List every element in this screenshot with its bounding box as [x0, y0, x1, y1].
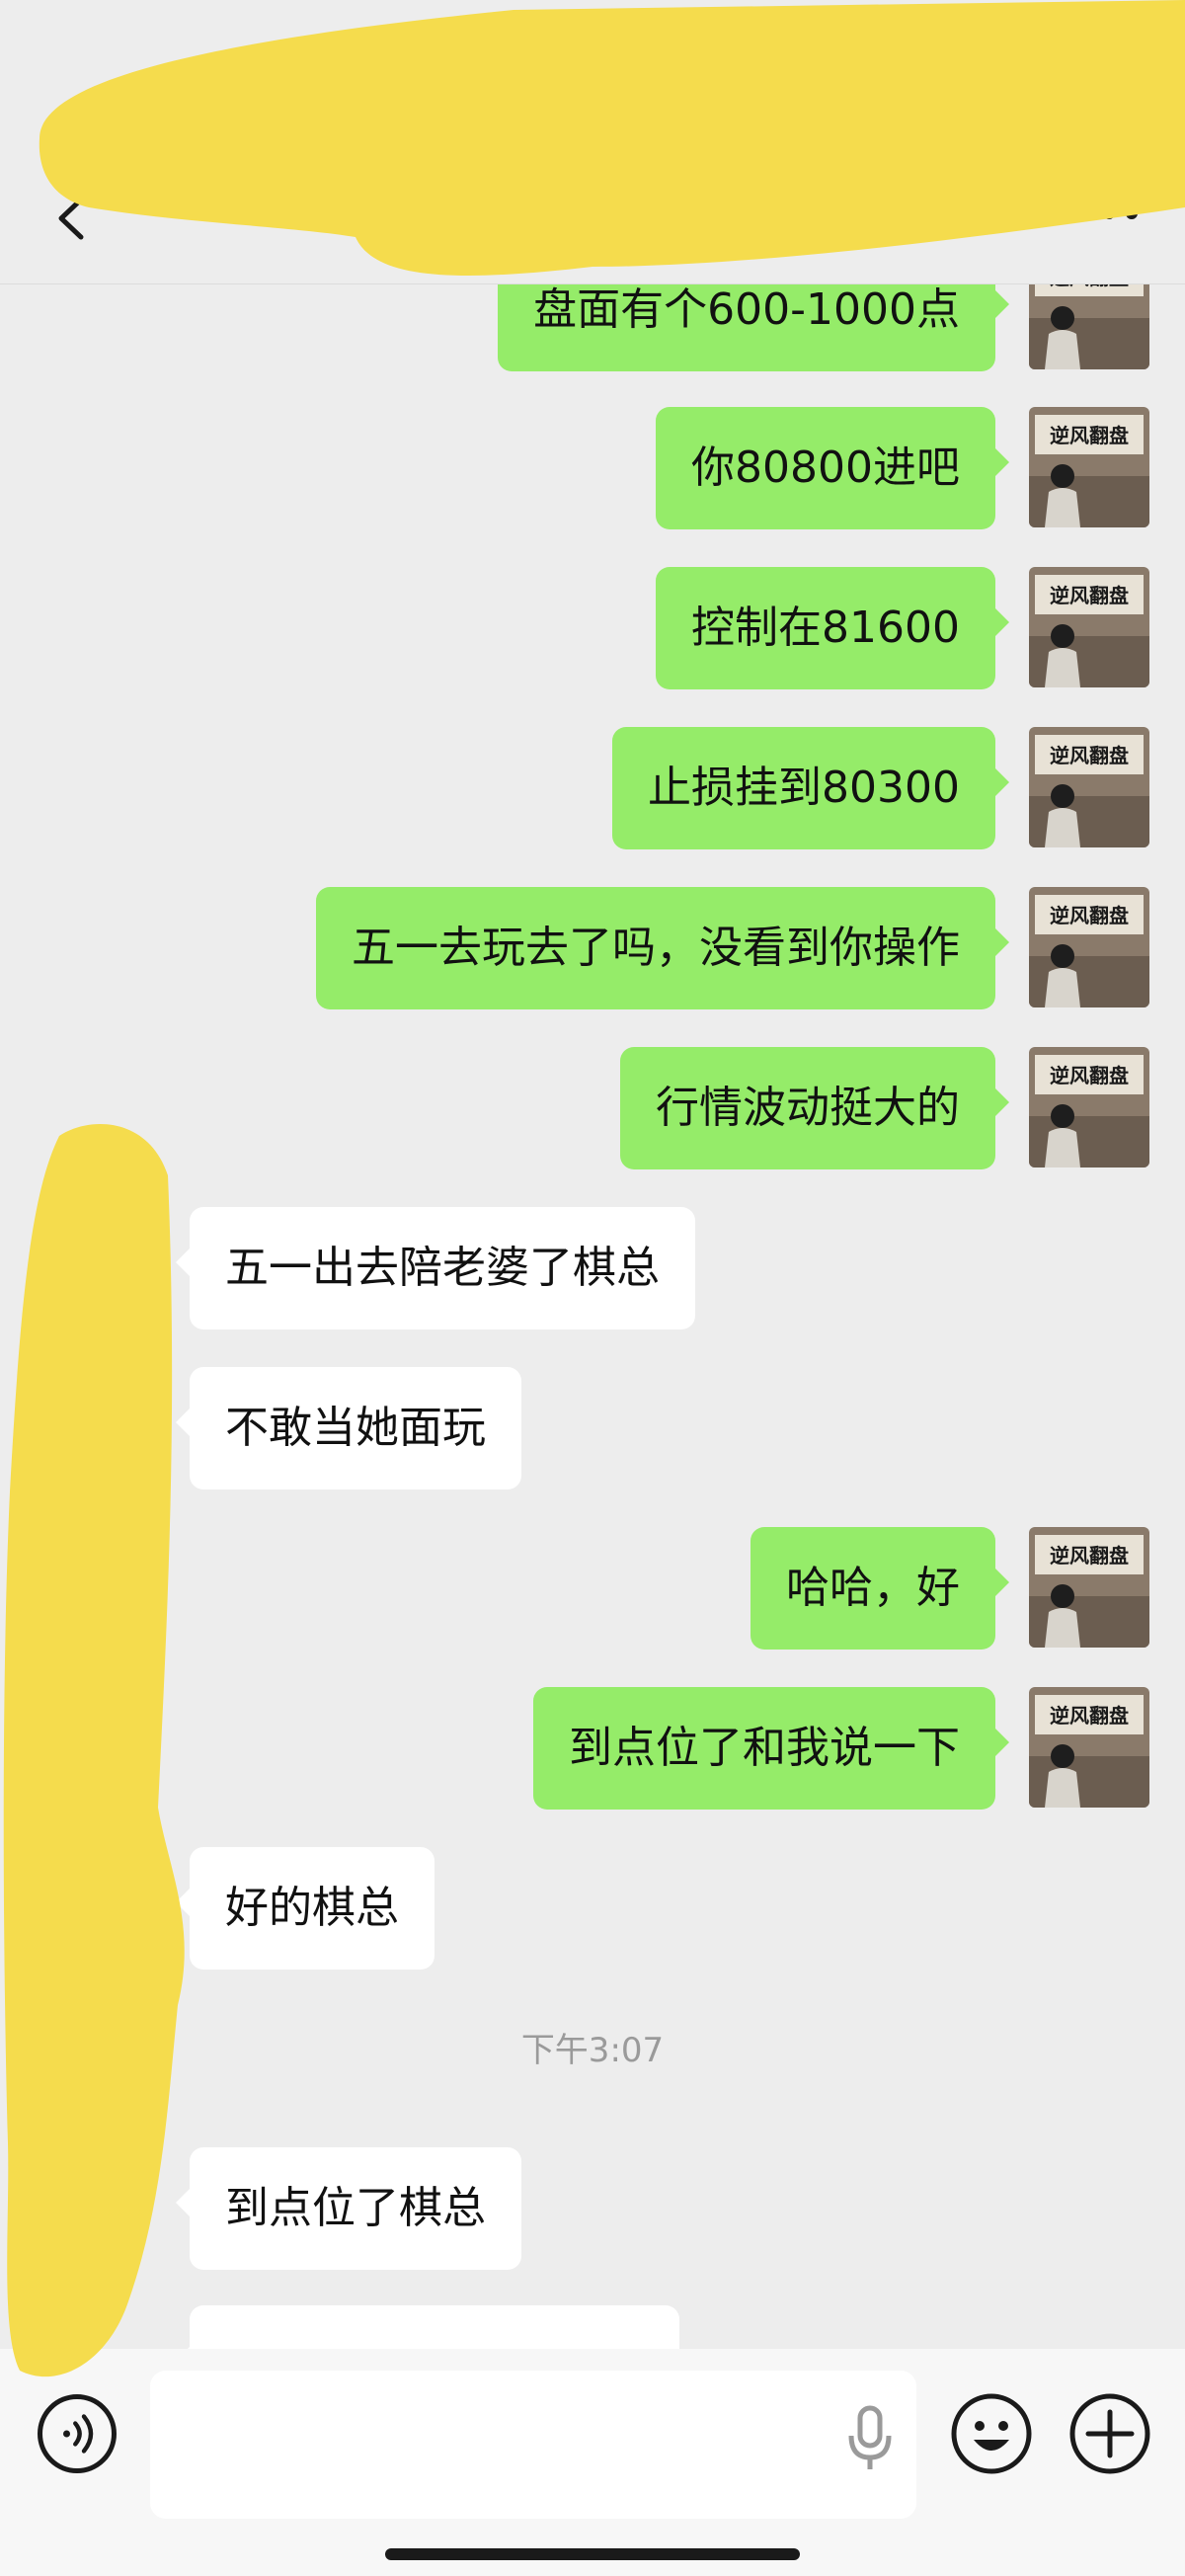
avatar[interactable]: 逆风翻盘	[1029, 1687, 1149, 1808]
message-bubble[interactable]: 好的棋总	[176, 1847, 434, 1970]
message-bubble[interactable]: 五一去玩去了吗，没看到你操作	[316, 887, 1009, 1009]
message-row: 控制在81600 逆风翻盘	[0, 567, 1185, 689]
message-row: 止损挂到80300 逆风翻盘	[0, 727, 1185, 849]
message-bubble[interactable]: 哈哈，好	[750, 1527, 1009, 1650]
avatar[interactable]: 逆风翻盘	[1029, 1047, 1149, 1167]
message-bubble[interactable]: 盘面有个600-1000点	[498, 284, 1009, 371]
message-bubble[interactable]: 你80800进吧	[656, 407, 1009, 529]
message-bubble[interactable]: 控制在81600	[656, 567, 1009, 689]
message-bubble[interactable]: 行情波动挺大的	[620, 1047, 1009, 1169]
avatar[interactable]: 逆风翻盘	[1029, 1527, 1149, 1648]
message-bubble-partial[interactable]	[176, 2305, 679, 2349]
avatar[interactable]: 逆风翻盘	[1029, 407, 1149, 527]
avatar[interactable]: 逆风翻盘	[1029, 284, 1149, 369]
emoji-icon[interactable]	[950, 2392, 1033, 2475]
message-input[interactable]	[150, 2371, 916, 2519]
home-indicator[interactable]	[385, 2548, 800, 2560]
header-redaction	[39, 0, 1185, 276]
message-bubble[interactable]: 五一出去陪老婆了棋总	[176, 1207, 695, 1329]
avatar-sign-text: 逆风翻盘	[1050, 1064, 1129, 1087]
voice-icon[interactable]	[38, 2394, 117, 2473]
avatar[interactable]: 逆风翻盘	[1029, 887, 1149, 1007]
avatar[interactable]: 逆风翻盘	[1029, 727, 1149, 847]
message-row: 盘面有个600-1000点 逆风翻盘	[0, 284, 1185, 371]
mic-icon[interactable]	[845, 2404, 895, 2473]
avatar-sign-text: 逆风翻盘	[1050, 1544, 1129, 1568]
avatar-sign-text: 逆风翻盘	[1050, 424, 1129, 447]
avatar-sign-text: 逆风翻盘	[1050, 904, 1129, 927]
avatar-sign-text: 逆风翻盘	[1050, 744, 1129, 767]
message-row: 五一去玩去了吗，没看到你操作 逆风翻盘	[0, 887, 1185, 1009]
message-bubble[interactable]: 到点位了棋总	[176, 2147, 521, 2270]
avatar[interactable]: 逆风翻盘	[1029, 567, 1149, 687]
avatar-sign-text: 逆风翻盘	[1050, 1704, 1129, 1728]
avatar-sign-text: 逆风翻盘	[1050, 584, 1129, 607]
plus-icon[interactable]	[1068, 2392, 1151, 2475]
message-bubble[interactable]: 止损挂到80300	[612, 727, 1009, 849]
message-bubble[interactable]: 到点位了和我说一下	[533, 1687, 1009, 1810]
sidebar-redaction	[3, 1124, 185, 2377]
message-bubble[interactable]: 不敢当她面玩	[176, 1367, 521, 1489]
message-row: 你80800进吧 逆风翻盘	[0, 407, 1185, 529]
